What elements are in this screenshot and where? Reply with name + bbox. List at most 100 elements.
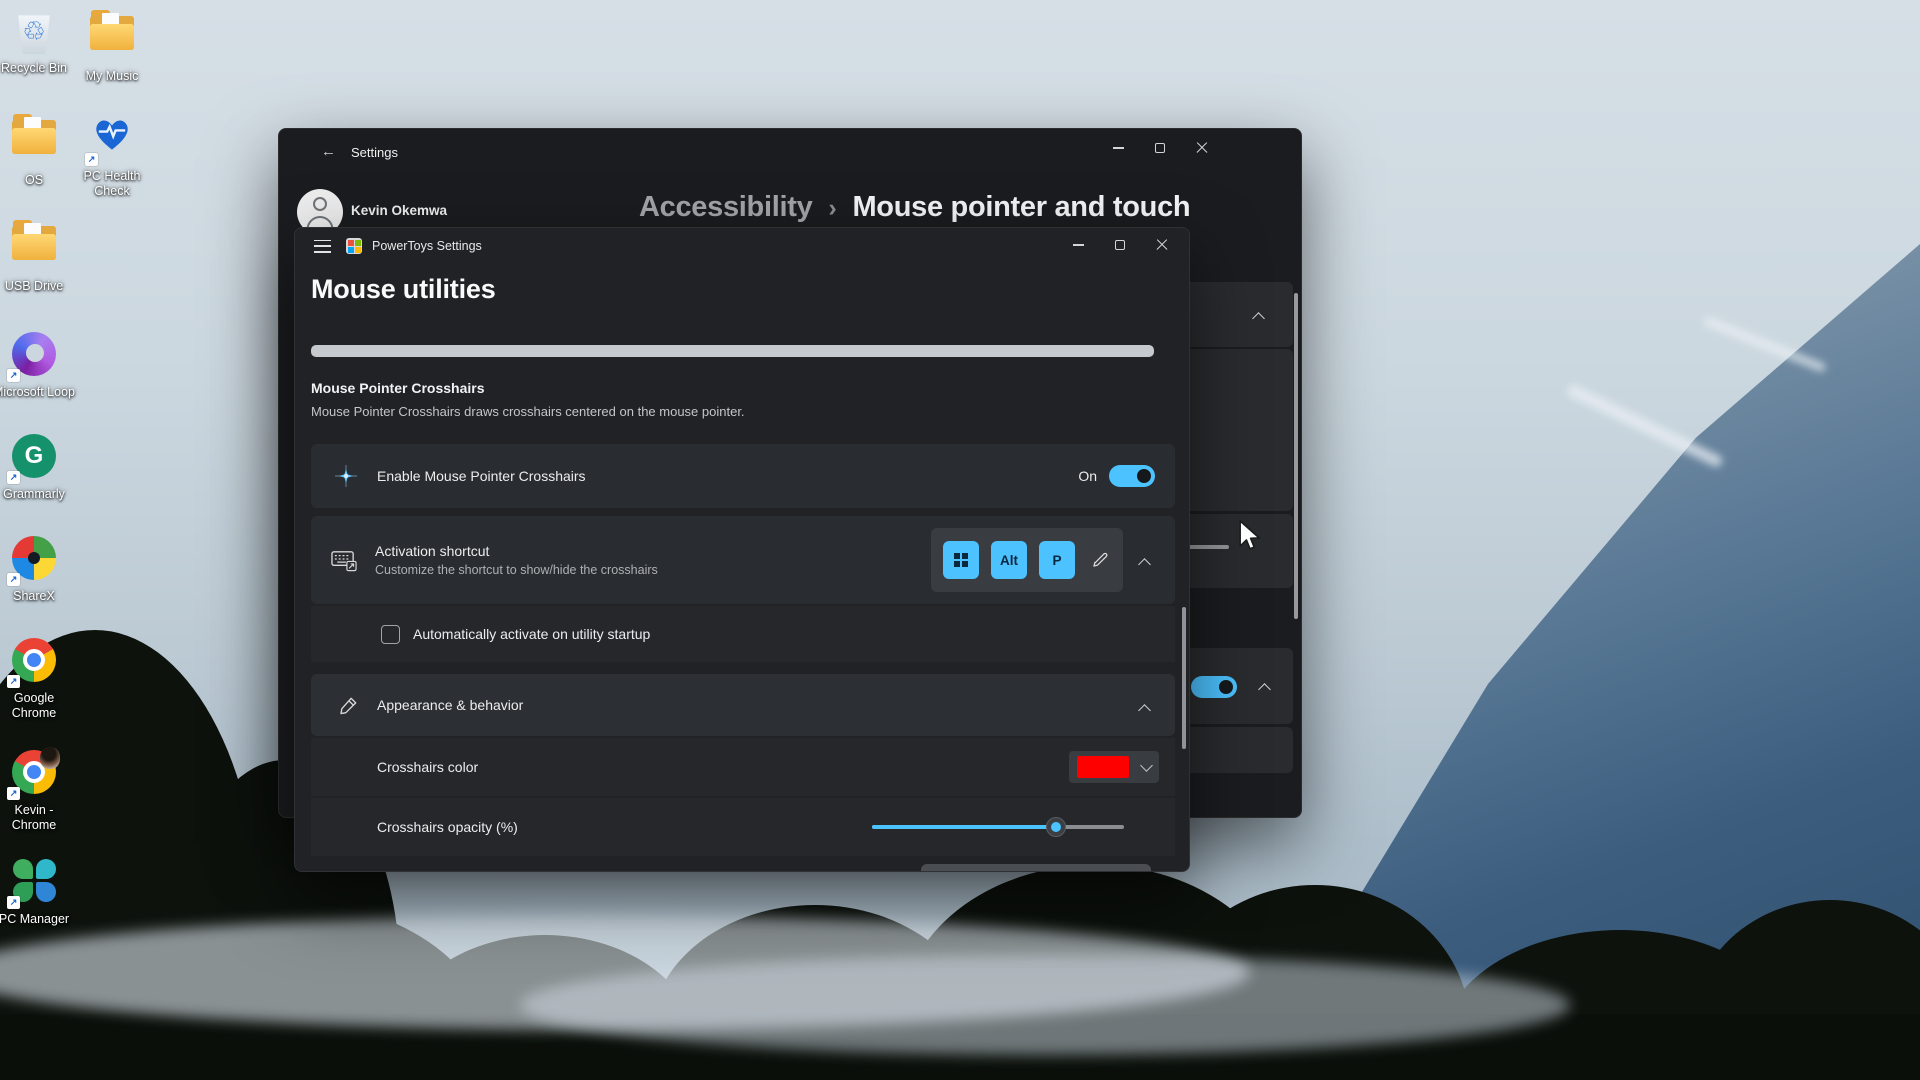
desktop-icon-label: Grammarly — [0, 487, 76, 502]
chevron-up-icon[interactable] — [1258, 683, 1271, 696]
opacity-slider[interactable] — [872, 825, 1124, 829]
next-control-partial — [921, 864, 1151, 872]
enable-crosshairs-toggle[interactable] — [1109, 465, 1155, 487]
chrome-icon — [10, 638, 58, 686]
minimize-button[interactable] — [1057, 230, 1099, 260]
desktop-icon-label: Google Chrome — [0, 691, 76, 721]
window-controls — [1057, 230, 1183, 260]
chevron-up-icon[interactable] — [1252, 312, 1265, 325]
folder-icon — [88, 16, 136, 64]
microsoft-loop-icon — [10, 332, 58, 380]
shortcut-arrow-icon — [85, 153, 98, 166]
desktop-icon-recycle-bin[interactable]: ♲ Recycle Bin — [0, 8, 76, 76]
desktop-icon-label: My Music — [70, 69, 154, 84]
window-title: Settings — [351, 145, 398, 160]
desktop-icon-pc-health-check[interactable]: PC Health Check — [70, 112, 154, 199]
profile-photo — [40, 747, 60, 769]
desktop-icon-sharex[interactable]: ShareX — [0, 534, 76, 604]
scrollbar[interactable] — [1294, 293, 1298, 619]
desktop-icon-usb-drive[interactable]: USB Drive — [0, 218, 76, 294]
breadcrumb-separator-icon: › — [828, 192, 836, 223]
desktop: ♲ Recycle Bin My Music OS PC Health Chec… — [0, 0, 1920, 1080]
alt-key: Alt — [991, 541, 1027, 579]
desktop-icon-label: USB Drive — [0, 279, 76, 294]
shortcut-arrow-icon — [7, 896, 20, 909]
opacity-slider-fill — [872, 825, 1056, 829]
shortcut-arrow-icon — [7, 369, 20, 382]
shortcut-arrow-icon — [7, 675, 20, 688]
desktop-icon-pc-manager[interactable]: PC Manager — [0, 856, 76, 927]
maximize-icon — [1115, 240, 1125, 250]
autostart-checkbox[interactable] — [381, 625, 400, 644]
powertoys-titlebar: PowerToys Settings — [295, 228, 1189, 264]
desktop-icon-label: OS — [0, 173, 76, 188]
windows-logo-key — [943, 541, 979, 579]
mouse-cursor — [1236, 520, 1264, 557]
pc-health-check-icon — [88, 116, 136, 164]
maximize-button[interactable] — [1099, 230, 1141, 260]
breadcrumb-parent[interactable]: Accessibility — [639, 191, 812, 224]
folder-icon — [10, 226, 58, 274]
wallpaper-fog — [520, 955, 1570, 1055]
chevron-up-icon[interactable] — [1138, 558, 1151, 571]
folder-icon — [10, 120, 58, 168]
enable-crosshairs-card: Enable Mouse Pointer Crosshairs On — [311, 444, 1175, 508]
shortcut-keys-panel: Alt P — [931, 528, 1123, 592]
keyboard-shortcut-icon — [331, 549, 357, 572]
crosshairs-color-label: Crosshairs color — [377, 759, 478, 775]
desktop-icon-label: ShareX — [0, 589, 76, 604]
wallpaper-snow-patch — [1566, 383, 1724, 468]
powertoys-logo-icon — [346, 238, 362, 254]
pencil-icon — [1091, 551, 1109, 569]
opacity-slider-thumb[interactable] — [1046, 817, 1066, 837]
crosshairs-color-swatch — [1077, 756, 1129, 778]
back-arrow-icon[interactable]: ← — [321, 143, 336, 160]
section-description: Mouse Pointer Crosshairs draws crosshair… — [311, 404, 745, 419]
desktop-icon-my-music[interactable]: My Music — [70, 8, 154, 84]
window-title: PowerToys Settings — [372, 239, 482, 253]
desktop-icon-microsoft-loop[interactable]: Microsoft Loop — [0, 330, 76, 400]
close-icon — [1196, 142, 1208, 154]
appearance-behavior-card[interactable]: Appearance & behavior — [311, 674, 1175, 736]
desktop-icon-os[interactable]: OS — [0, 112, 76, 188]
page-title: Mouse utilities — [311, 274, 496, 305]
maximize-button[interactable] — [1139, 133, 1181, 163]
p-key: P — [1039, 541, 1075, 579]
grammarly-icon: G — [10, 434, 58, 482]
activation-shortcut-card[interactable]: Activation shortcut Customize the shortc… — [311, 516, 1175, 604]
minimize-button[interactable] — [1097, 133, 1139, 163]
scrollbar[interactable] — [1182, 607, 1186, 749]
minimize-icon — [1073, 244, 1084, 246]
chevron-up-icon[interactable] — [1138, 704, 1151, 717]
desktop-icon-label: Microsoft Loop — [0, 385, 76, 400]
crosshairs-sparkle-icon — [333, 464, 359, 488]
desktop-icon-grammarly[interactable]: G Grammarly — [0, 432, 76, 502]
windows-logo-icon — [954, 553, 968, 567]
shortcut-subtitle: Customize the shortcut to show/hide the … — [375, 563, 658, 577]
design-pencil-icon — [335, 696, 361, 715]
shortcut-arrow-icon — [7, 471, 20, 484]
maximize-icon — [1155, 143, 1165, 153]
breadcrumb: Accessibility › Mouse pointer and touch — [639, 185, 1190, 229]
window-controls — [1097, 133, 1223, 163]
crosshairs-color-picker[interactable] — [1069, 751, 1159, 783]
desktop-icon-label: PC Manager — [0, 912, 76, 927]
close-button[interactable] — [1141, 230, 1183, 260]
desktop-icon-label: Kevin - Chrome — [0, 803, 76, 833]
shortcut-arrow-icon — [7, 573, 20, 586]
close-button[interactable] — [1181, 133, 1223, 163]
minimize-icon — [1113, 147, 1124, 149]
hamburger-menu-icon[interactable] — [314, 240, 331, 253]
desktop-icon-google-chrome[interactable]: Google Chrome — [0, 636, 76, 721]
crosshairs-opacity-row: Crosshairs opacity (%) — [311, 798, 1175, 856]
appearance-behavior-label: Appearance & behavior — [377, 697, 523, 713]
edit-shortcut-button[interactable] — [1091, 551, 1109, 569]
toggle-on[interactable] — [1191, 676, 1237, 698]
shortcut-arrow-icon — [7, 787, 20, 800]
toggle-state-label: On — [1078, 468, 1097, 484]
slider-track-fragment[interactable] — [1189, 545, 1229, 549]
sharex-icon — [10, 536, 58, 584]
avatar-person-icon — [313, 197, 327, 211]
desktop-icon-kevin-chrome[interactable]: Kevin - Chrome — [0, 748, 76, 833]
pc-manager-icon — [10, 859, 58, 907]
